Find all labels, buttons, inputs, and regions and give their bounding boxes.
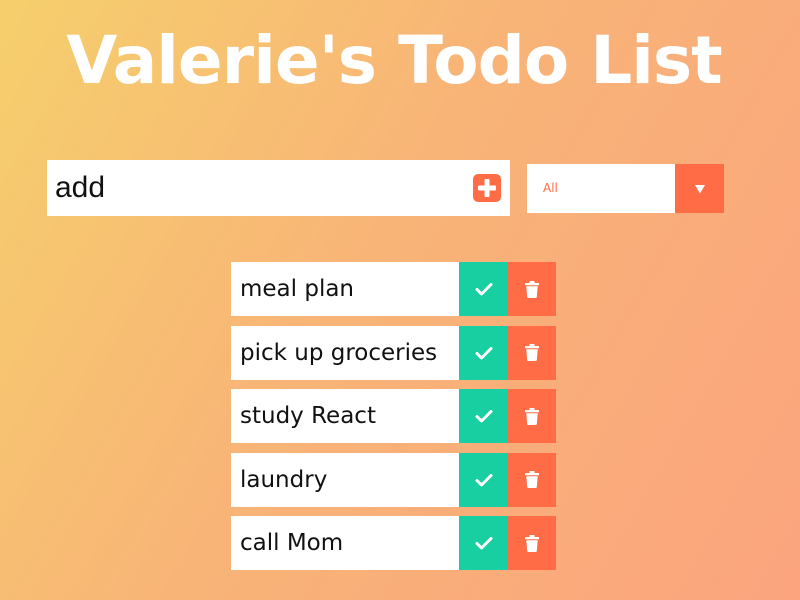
complete-button[interactable] xyxy=(459,516,508,570)
add-todo-button[interactable] xyxy=(473,174,501,202)
todo-text: laundry xyxy=(231,452,459,507)
todo-list: meal plan pick up groceries study React … xyxy=(231,262,556,580)
todo-item: study React xyxy=(231,389,556,443)
trash-icon xyxy=(525,280,539,298)
check-icon xyxy=(475,537,492,550)
complete-button[interactable] xyxy=(459,262,508,316)
delete-button[interactable] xyxy=(508,452,556,507)
trash-icon xyxy=(525,407,539,425)
add-todo-form xyxy=(47,160,510,216)
check-icon xyxy=(475,283,492,296)
filter-selected-value: All xyxy=(543,181,558,195)
plus-icon xyxy=(478,179,496,197)
complete-button[interactable] xyxy=(459,389,508,443)
todo-text: call Mom xyxy=(231,516,459,570)
check-icon xyxy=(475,410,492,423)
trash-icon xyxy=(525,344,539,361)
todo-input[interactable] xyxy=(47,160,457,216)
delete-button[interactable] xyxy=(508,389,556,443)
trash-icon xyxy=(525,534,539,552)
check-icon xyxy=(475,346,492,359)
complete-button[interactable] xyxy=(459,325,508,380)
page-title: Valerie's Todo List xyxy=(66,22,722,99)
todo-item: meal plan xyxy=(231,262,556,316)
complete-button[interactable] xyxy=(459,452,508,507)
delete-button[interactable] xyxy=(508,325,556,380)
todo-text: pick up groceries xyxy=(231,325,459,380)
check-icon xyxy=(475,473,492,486)
trash-icon xyxy=(525,471,539,488)
delete-button[interactable] xyxy=(508,262,556,316)
todo-text: meal plan xyxy=(231,262,459,316)
todo-item: laundry xyxy=(231,452,556,507)
delete-button[interactable] xyxy=(508,516,556,570)
todo-text: study React xyxy=(231,389,459,443)
filter-select[interactable]: All xyxy=(527,164,724,213)
todo-item: call Mom xyxy=(231,516,556,570)
caret-down-icon xyxy=(694,184,705,193)
todo-item: pick up groceries xyxy=(231,325,556,380)
filter-dropdown-button[interactable] xyxy=(675,164,724,213)
